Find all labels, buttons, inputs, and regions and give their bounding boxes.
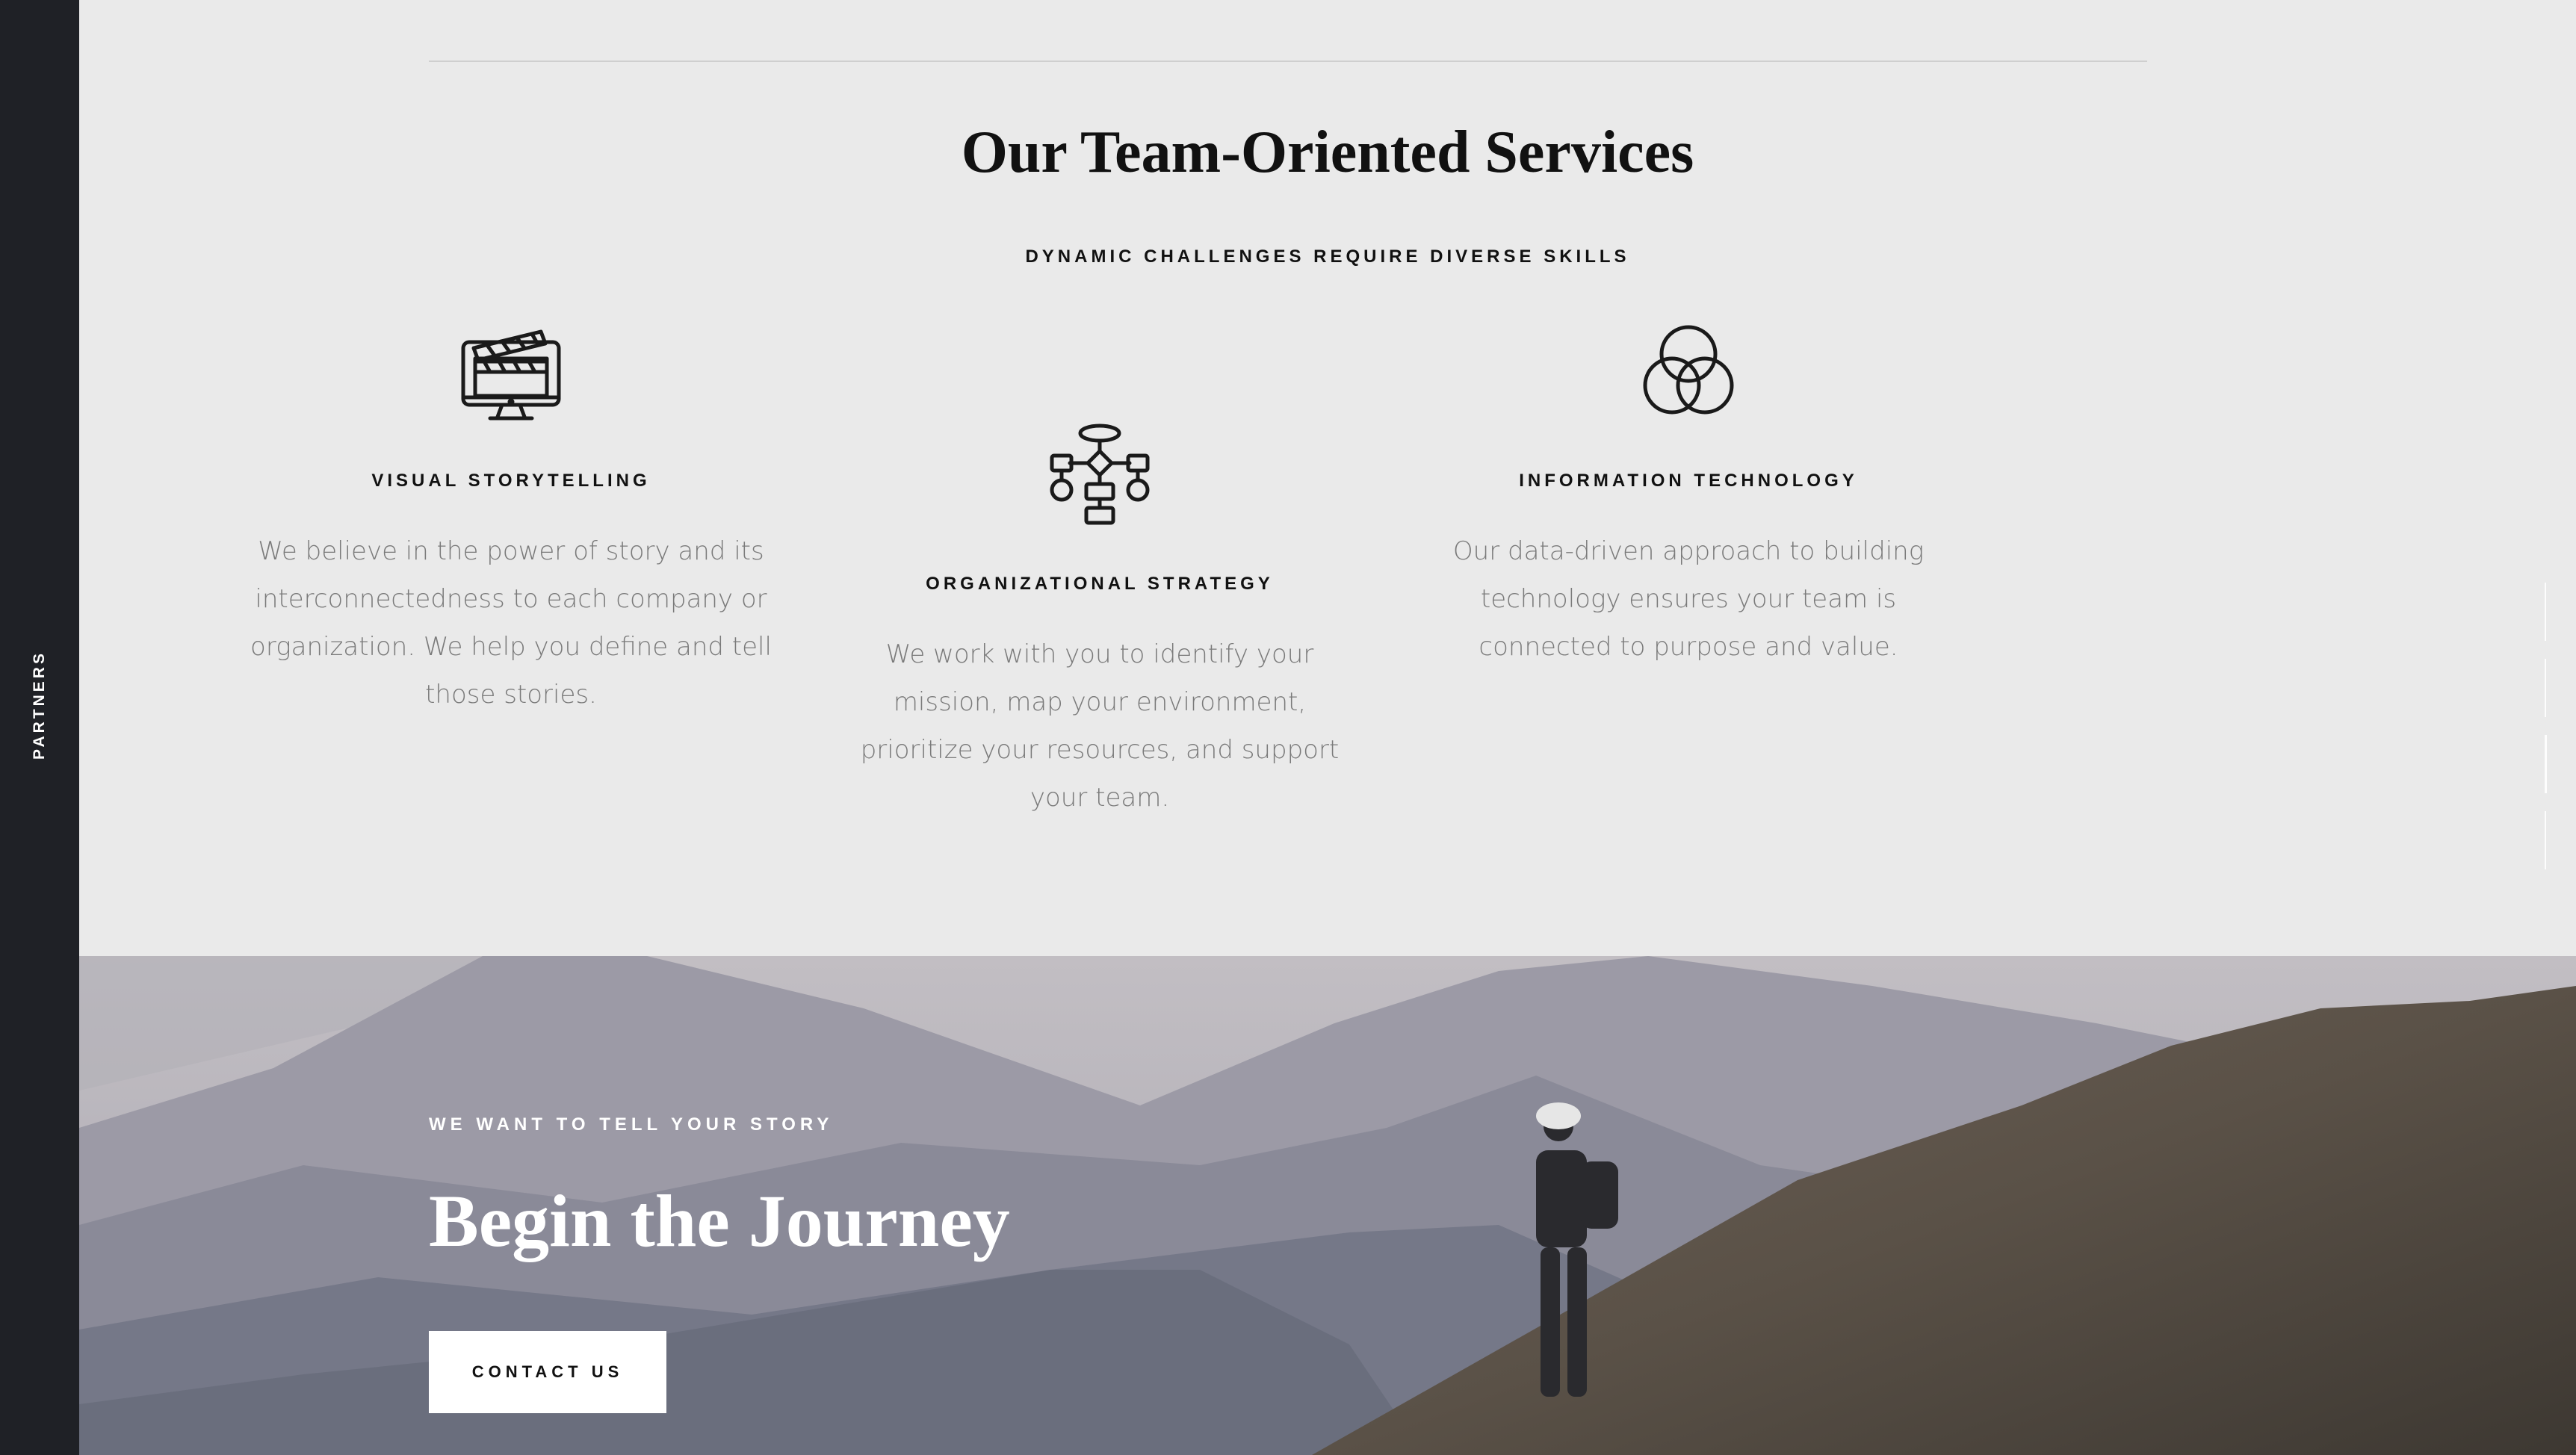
film-clapper-monitor-icon xyxy=(461,329,561,421)
hero-title-regular: Begin the xyxy=(429,1179,749,1262)
section-divider xyxy=(429,61,2147,62)
hero-eyebrow: WE WANT TO TELL YOUR STORY xyxy=(429,1114,834,1135)
sidebar: PARTNERS xyxy=(0,0,79,1455)
scroll-nav-dot[interactable] xyxy=(2545,811,2546,869)
hero-title: Begin the Journey xyxy=(429,1180,1010,1262)
page: PARTNERS Our Team-Oriented Services DYNA… xyxy=(0,0,2576,1455)
service-title: VISUAL STORYTELLING xyxy=(371,471,651,491)
service-description: Our data-driven approach to building tec… xyxy=(1452,536,1925,662)
service-information-technology: INFORMATION TECHNOLOGY Our data-driven a… xyxy=(1427,320,1950,671)
service-description: We believe in the power of story and its… xyxy=(250,536,772,710)
contact-us-button[interactable]: CONTACT US xyxy=(429,1331,666,1413)
scroll-nav-dot[interactable] xyxy=(2545,583,2546,641)
service-title: ORGANIZATIONAL STRATEGY xyxy=(926,574,1274,594)
flowchart-icon xyxy=(1050,424,1150,525)
service-title: INFORMATION TECHNOLOGY xyxy=(1519,471,1858,491)
sidebar-partners-link[interactable]: PARTNERS xyxy=(31,651,49,760)
services-section: Our Team-Oriented Services DYNAMIC CHALL… xyxy=(79,0,2576,956)
service-organizational-strategy: ORGANIZATIONAL STRATEGY We work with you… xyxy=(838,423,1361,822)
hero-section: WE WANT TO TELL YOUR STORY Begin the Jou… xyxy=(79,956,2576,1455)
scroll-nav-dot[interactable] xyxy=(2545,659,2546,717)
service-description: We work with you to identify your missio… xyxy=(860,639,1340,813)
overlapping-circles-icon xyxy=(1643,325,1734,415)
scroll-nav-dot-active[interactable] xyxy=(2545,735,2547,793)
section-title: Our Team-Oriented Services xyxy=(961,120,1694,185)
hero-title-bold: Journey xyxy=(748,1179,1010,1262)
service-visual-storytelling: VISUAL STORYTELLING We believe in the po… xyxy=(250,320,773,719)
section-subtitle: DYNAMIC CHALLENGES REQUIRE DIVERSE SKILL… xyxy=(1025,246,1630,267)
section-scroll-nav xyxy=(2545,583,2548,887)
